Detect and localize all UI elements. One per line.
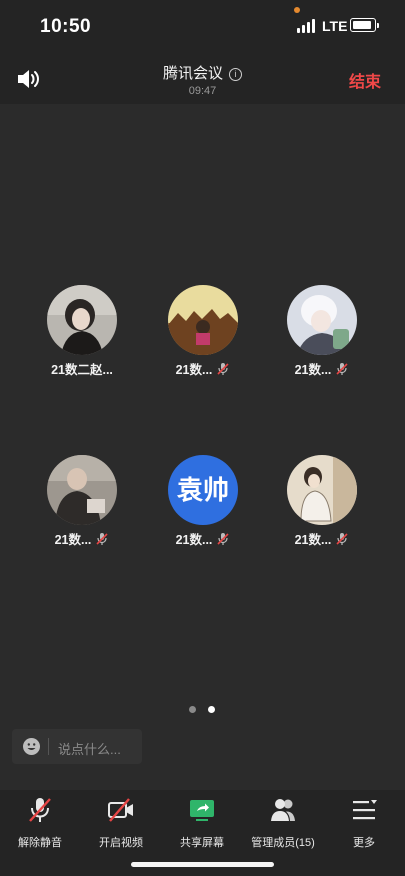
share-screen-button[interactable]: 共享屏幕 [162, 796, 242, 849]
camera-off-icon [108, 798, 133, 822]
mic-muted-icon [336, 533, 348, 545]
chat-placeholder: 说点什么... [58, 742, 121, 757]
participant-tile[interactable]: 21数... [27, 455, 137, 555]
manage-members-button[interactable]: 管理成员(15) [243, 796, 323, 849]
mic-muted-icon [96, 533, 108, 545]
mic-muted-icon [29, 798, 51, 822]
meeting-title[interactable]: 腾讯会议 i [0, 62, 405, 83]
chat-input[interactable]: 说点什么... [12, 729, 142, 764]
status-time: 10:50 [40, 16, 92, 37]
participant-name: 21数二赵... [51, 363, 113, 377]
participant-tile[interactable]: 袁帅 21数... [148, 455, 258, 555]
participant-tile[interactable]: 21数... [267, 285, 377, 385]
share-screen-label: 共享屏幕 [180, 837, 224, 849]
more-menu-icon [353, 800, 377, 820]
battery-icon [350, 18, 379, 32]
participant-name: 21数... [148, 529, 258, 548]
avatar: 袁帅 [168, 455, 238, 525]
signal-icon [297, 19, 317, 33]
info-icon[interactable]: i [229, 68, 242, 81]
start-video-button[interactable]: 开启视频 [81, 796, 161, 849]
manage-members-label: 管理成员(15) [251, 837, 315, 849]
avatar [287, 285, 357, 355]
unmute-label: 解除静音 [18, 837, 62, 849]
meeting-header: 腾讯会议 i 09:47 结束 [0, 52, 405, 104]
unmute-button[interactable]: 解除静音 [0, 796, 80, 849]
participant-name: 21数... [27, 529, 137, 548]
emoji-icon[interactable] [23, 738, 40, 755]
participant-name: 21数... [148, 359, 258, 378]
avatar [287, 455, 357, 525]
page-dot-active[interactable] [208, 706, 215, 713]
avatar [168, 285, 238, 355]
end-meeting-button[interactable]: 结束 [349, 68, 381, 92]
home-indicator[interactable] [131, 862, 274, 867]
members-icon [271, 799, 295, 821]
mic-muted-icon [217, 533, 229, 545]
mic-muted-icon [336, 363, 348, 375]
page-dot[interactable] [189, 706, 196, 713]
participant-tile[interactable]: 21数二赵... [27, 285, 137, 385]
recording-indicator [294, 7, 300, 13]
participant-tile[interactable]: 21数... [148, 285, 258, 385]
more-button[interactable]: 更多 [324, 796, 404, 849]
participant-name: 21数... [267, 529, 377, 548]
share-screen-icon [190, 800, 214, 821]
more-label: 更多 [353, 837, 375, 849]
mic-muted-icon [217, 363, 229, 375]
participant-name: 21数... [267, 359, 377, 378]
participant-tile[interactable]: 21数... [267, 455, 377, 555]
chat-divider [48, 738, 49, 755]
status-bar: 10:50 LTE [0, 0, 405, 52]
start-video-label: 开启视频 [99, 837, 143, 849]
avatar [47, 285, 117, 355]
avatar [47, 455, 117, 525]
meeting-duration: 09:47 [188, 85, 217, 97]
meeting-title-text: 腾讯会议 [162, 65, 223, 82]
network-type: LTE [322, 18, 348, 34]
